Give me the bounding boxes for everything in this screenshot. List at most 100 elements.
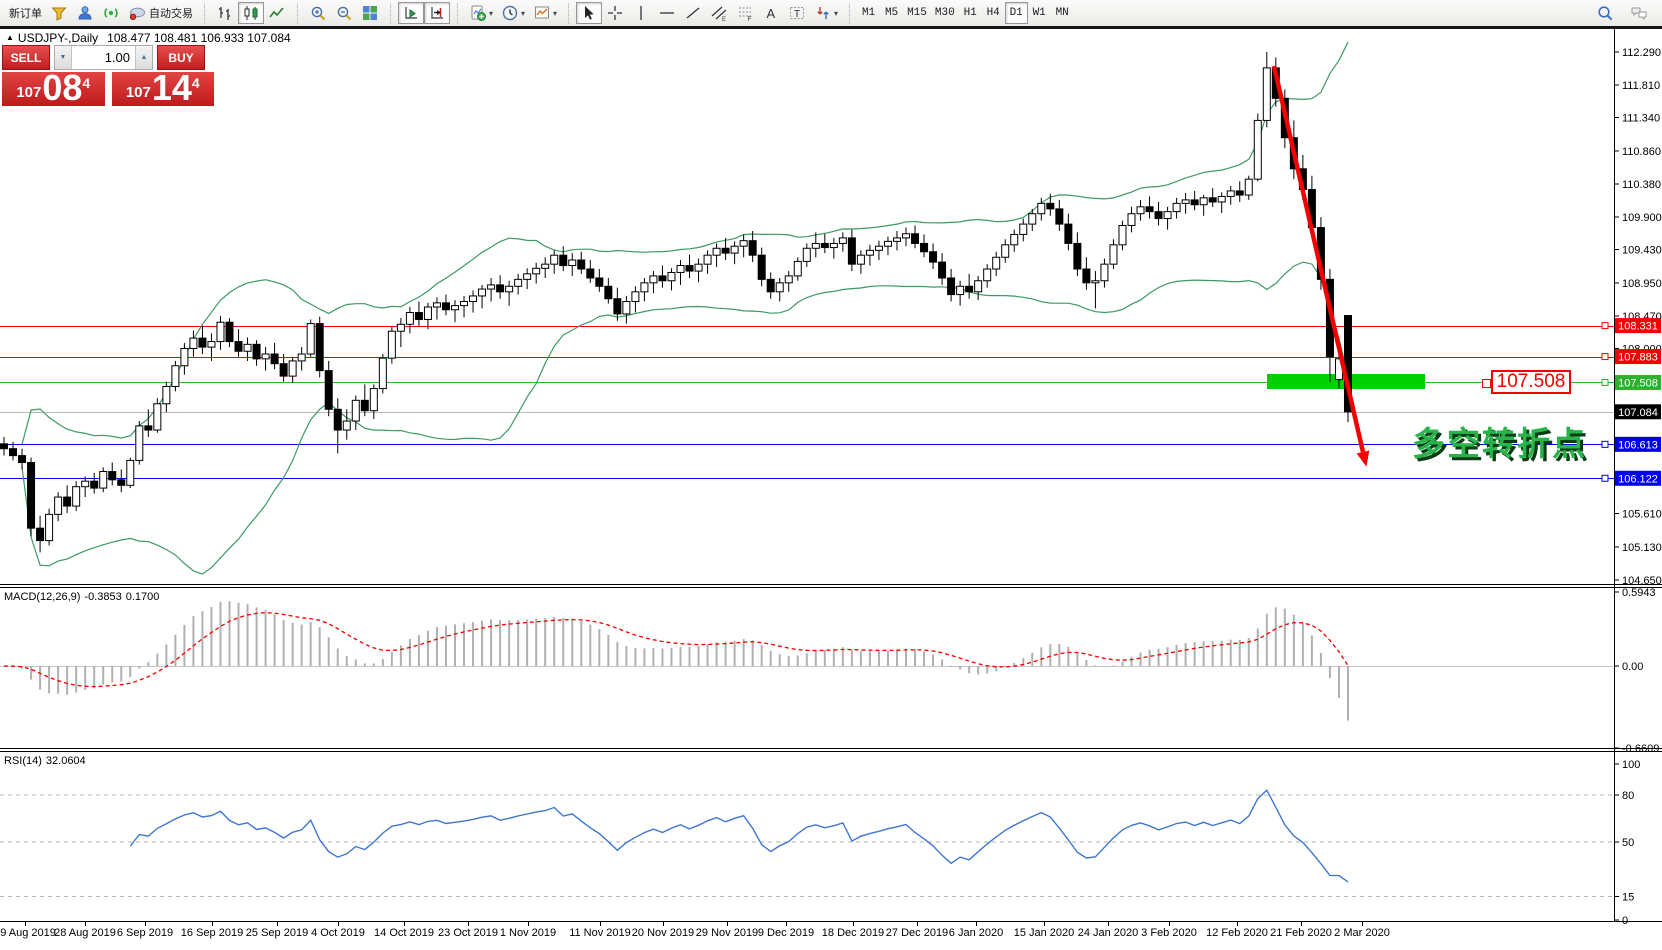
time-tick-label: 19 Aug 2019 [0, 927, 56, 939]
line-anchor-square[interactable] [1602, 475, 1608, 481]
text-button[interactable]: A [758, 2, 784, 24]
tf-mn-button[interactable]: MN [1051, 2, 1074, 24]
price-tick-label: 104.650 [1622, 575, 1662, 587]
auto-scroll-button[interactable] [398, 2, 424, 24]
price-tick-label: 110.380 [1622, 179, 1661, 191]
data-center-button[interactable] [46, 2, 72, 24]
cursor-button[interactable] [576, 2, 602, 24]
tf-m1-button[interactable]: M1 [857, 2, 880, 24]
tf-d1-label: D1 [1010, 7, 1023, 19]
trend-arrow-head [1357, 451, 1370, 467]
volume-input[interactable] [72, 46, 135, 69]
line-anchor-square[interactable] [1602, 323, 1608, 329]
auto-scroll-icon [402, 4, 420, 22]
candle-chart-button[interactable] [238, 2, 264, 24]
time-tick-label: 1 Nov 2019 [500, 927, 556, 939]
chart-canvas[interactable]: 112.290111.810111.340110.860110.380109.9… [0, 0, 1662, 950]
autotrading-label: 自动交易 [149, 5, 193, 21]
zoom-out-button[interactable] [331, 2, 357, 24]
tile-windows-button[interactable] [357, 2, 383, 24]
line-anchor-square[interactable] [1602, 441, 1608, 447]
templates-button[interactable]: ▾ [529, 2, 561, 24]
toolbar-separator [849, 3, 852, 24]
macd-label: MACD(12,26,9)-0.38530.1700 [4, 591, 163, 603]
line-anchor-square[interactable] [1602, 379, 1608, 385]
community-button[interactable] [72, 2, 98, 24]
toolbar-right-group [1592, 2, 1660, 24]
time-tick-label: 23 Oct 2019 [438, 927, 498, 939]
time-tick-label: 28 Aug 2019 [54, 927, 116, 939]
toolbar-separator [297, 3, 300, 24]
price-badge-text: 106.122 [1618, 473, 1658, 485]
panel-separators[interactable] [0, 29, 1662, 922]
fibonacci-button[interactable]: F [732, 2, 758, 24]
time-tick-label: 24 Jan 2020 [1078, 927, 1139, 939]
chevron-down-icon[interactable]: ▾ [521, 9, 525, 18]
macd-panel[interactable] [0, 601, 1614, 720]
trend-arrow-line[interactable] [1274, 66, 1363, 452]
tf-h1-button[interactable]: H1 [959, 2, 982, 24]
sell-price-button[interactable]: 107084 [2, 72, 105, 106]
bollinger-lower-band [22, 262, 1348, 574]
chevron-down-icon[interactable]: ▾ [553, 9, 557, 18]
crosshair-button[interactable] [602, 2, 628, 24]
indicators-button[interactable]: ▾ [465, 2, 497, 24]
bull-bear-turning-point-annotation[interactable]: 多空转折点 [1412, 417, 1587, 465]
new-order-button[interactable]: 新订单 [2, 2, 46, 24]
collapse-chart-icon[interactable]: ▲ [6, 33, 14, 42]
time-tick-label: 29 Nov 2019 [696, 927, 758, 939]
tf-d1-button[interactable]: D1 [1005, 2, 1028, 24]
text-icon: A [762, 4, 780, 22]
chevron-down-icon[interactable]: ▾ [834, 9, 838, 18]
tf-h4-button[interactable]: H4 [982, 2, 1005, 24]
tf-m5-button[interactable]: M5 [880, 2, 903, 24]
tf-m30-button[interactable]: M30 [931, 2, 959, 24]
volume-increase-button[interactable]: ▲ [135, 46, 152, 69]
symbol-period-label: USDJPY-,Daily [18, 31, 98, 45]
bar-chart-icon [216, 4, 234, 22]
templates-icon [533, 4, 551, 22]
tf-m15-button[interactable]: M15 [903, 2, 931, 24]
trendline-button[interactable] [680, 2, 706, 24]
time-tick-label: 14 Oct 2019 [374, 927, 434, 939]
time-tick-label: 12 Feb 2020 [1206, 927, 1268, 939]
rsi-panel[interactable] [0, 790, 1614, 896]
tf-m1-label: M1 [862, 7, 875, 19]
equidistant-channel-button[interactable]: E [706, 2, 732, 24]
channel-icon: E [710, 4, 728, 22]
signals-button[interactable] [98, 2, 124, 24]
chart-shift-button[interactable] [424, 2, 450, 24]
price-badge-text: 106.613 [1618, 439, 1658, 451]
macd-axis-label: -0.6609 [1622, 743, 1659, 755]
periods-button[interactable]: ▾ [497, 2, 529, 24]
tf-w1-button[interactable]: W1 [1028, 2, 1051, 24]
vline-icon [632, 4, 650, 22]
vertical-line-button[interactable] [628, 2, 654, 24]
autotrading-button[interactable]: 自动交易 [124, 2, 197, 24]
time-tick-label: 27 Dec 2019 [886, 927, 948, 939]
price-axis[interactable]: 112.290111.810111.340110.860110.380109.9… [1602, 47, 1662, 587]
time-tick-label: 21 Feb 2020 [1270, 927, 1332, 939]
time-axis[interactable]: 19 Aug 201928 Aug 20196 Sep 201916 Sep 2… [0, 921, 1390, 939]
line-anchor-square[interactable] [1602, 354, 1608, 360]
bar-chart-button[interactable] [212, 2, 238, 24]
search-button[interactable] [1592, 2, 1618, 24]
text-label-button[interactable]: T [784, 2, 810, 24]
main-chart-panel[interactable] [0, 42, 1614, 574]
cursor-icon [580, 4, 598, 22]
rsi-axis-label: 50 [1622, 837, 1634, 849]
line-chart-button[interactable] [264, 2, 290, 24]
horizontal-line-button[interactable] [654, 2, 680, 24]
chevron-down-icon[interactable]: ▾ [489, 9, 493, 18]
price-badge-text: 107.883 [1618, 352, 1658, 364]
price-badge-text: 108.331 [1618, 321, 1658, 333]
buy-price-button[interactable]: 107144 [112, 72, 215, 106]
tf-mn-label: MN [1056, 7, 1069, 19]
price-callout-107508[interactable]: 107.508 [1491, 370, 1571, 394]
one-click-trading-panel: SELL ▼ ▲ BUY 107084 107144 [2, 45, 214, 106]
volume-decrease-button[interactable]: ▼ [55, 46, 72, 69]
zoom-in-button[interactable] [305, 2, 331, 24]
community-icon [76, 4, 94, 22]
chat-button[interactable] [1626, 2, 1652, 24]
arrows-button[interactable]: ▾ [810, 2, 842, 24]
